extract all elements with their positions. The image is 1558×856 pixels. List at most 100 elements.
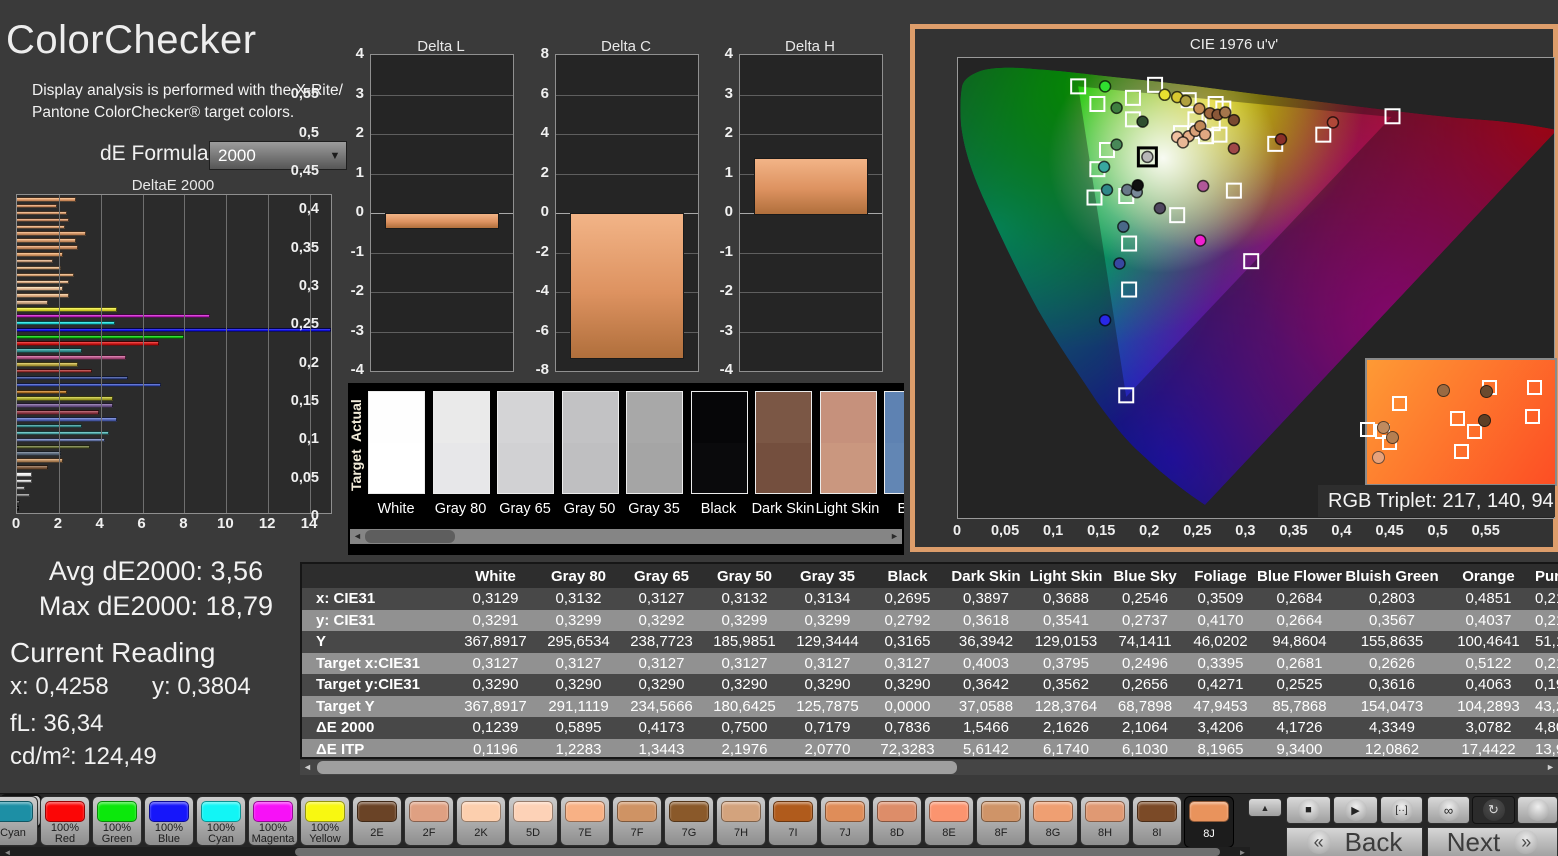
patch-label: 8D xyxy=(889,827,905,839)
arrow-up-icon: ▲ xyxy=(1260,802,1270,813)
table-cell: 0,2525 xyxy=(1276,676,1323,694)
patch-button-8i[interactable]: 8I xyxy=(1132,796,1182,846)
table-cell: 0,3290 xyxy=(804,676,851,694)
scroll-left-icon[interactable]: ◄ xyxy=(0,845,15,856)
blank-button[interactable] xyxy=(1517,796,1558,824)
patch-button-7i[interactable]: 7I xyxy=(768,796,818,846)
back-button[interactable]: « Back xyxy=(1286,827,1423,856)
measured-point-marker xyxy=(1117,220,1130,233)
patch-scrollbar[interactable]: ◄ ► xyxy=(0,847,1250,856)
table-cell: 0,3541 xyxy=(1043,611,1089,629)
table-cell: 295,6534 xyxy=(547,633,610,651)
row-label: Target y:CIE31 xyxy=(316,676,420,694)
swatch-label: Blue xyxy=(897,501,904,517)
refresh-button[interactable]: ↻ xyxy=(1472,796,1515,824)
table-cell: 0,3127 xyxy=(638,590,685,608)
patch-button-5d[interactable]: 5D xyxy=(508,796,558,846)
patch-button-100-green[interactable]: 100% Green xyxy=(92,796,142,846)
actual-target-swatch-panel: Actual Target White Gray 80 Gray 65 Gray 50 Gr… xyxy=(348,383,904,555)
delta-y-tick: 0 xyxy=(355,203,364,220)
table-cell: 51,1 xyxy=(1535,633,1558,651)
patch-label: 7F xyxy=(630,827,644,839)
table-cell: 0,3127 xyxy=(555,654,602,672)
patch-button-7f[interactable]: 7F xyxy=(612,796,662,846)
table-cell: 1,3443 xyxy=(638,740,685,758)
patch-button-100-yellow[interactable]: 100% Yellow xyxy=(300,796,350,846)
delta-y-tick: -3 xyxy=(719,321,733,339)
table-cell: 0,3132 xyxy=(721,590,768,608)
delta-y-tick: -6 xyxy=(535,321,549,339)
table-scrollbar[interactable]: ◄ ► xyxy=(300,760,1558,775)
measured-point-marker xyxy=(1196,179,1210,193)
scroll-right-icon[interactable]: ► xyxy=(1543,760,1558,775)
patch-button-2e[interactable]: 2E xyxy=(352,796,402,846)
patch-button-7g[interactable]: 7G xyxy=(664,796,714,846)
de-formula-dropdown[interactable]: 2000 ▼ xyxy=(209,141,347,170)
patch-button-8f[interactable]: 8F xyxy=(976,796,1026,846)
patch-button-8j[interactable]: 8J xyxy=(1184,796,1234,848)
patch-button-7j[interactable]: 7J xyxy=(820,796,870,846)
row-label: ΔE ITP xyxy=(316,740,365,758)
patch-button-cyan[interactable]: Cyan xyxy=(0,796,38,846)
delta-chart-title: Delta L xyxy=(417,38,465,55)
cie-y-tick: 0,35 xyxy=(290,239,319,256)
patch-button-7e[interactable]: 7E xyxy=(560,796,610,846)
delta-gridline xyxy=(371,331,513,333)
table-cell: 12,0862 xyxy=(1364,740,1420,758)
patch-scroll-thumb[interactable] xyxy=(295,848,1220,856)
deltae-x-tick: 0 xyxy=(11,515,21,532)
patch-color-chip xyxy=(1033,801,1073,822)
table-cell: 0,3127 xyxy=(884,654,931,672)
play-icon: ▶ xyxy=(1351,804,1360,817)
table-cell: 0,3618 xyxy=(963,611,1009,629)
patch-label: 2E xyxy=(370,827,384,839)
loop-button[interactable]: ∞ xyxy=(1427,796,1470,824)
swatch-scrollbar[interactable]: ◄ ► xyxy=(350,529,902,544)
patch-label: 100% Red xyxy=(50,821,80,845)
deltae-x-tick: 4 xyxy=(95,515,104,532)
measured-point-marker xyxy=(1098,80,1112,93)
step-range-button[interactable]: [··] xyxy=(1380,796,1423,824)
inset-target-square xyxy=(1359,422,1375,438)
table-cell: 8,1965 xyxy=(1197,740,1244,758)
play-button[interactable]: ▶ xyxy=(1333,796,1378,824)
deltae-bar xyxy=(17,272,74,278)
table-scroll-thumb[interactable] xyxy=(317,761,957,774)
patch-button-2f[interactable]: 2F xyxy=(404,796,454,846)
scroll-right-icon[interactable]: ► xyxy=(887,529,902,544)
measured-point-marker xyxy=(1179,94,1193,108)
next-button[interactable]: Next » xyxy=(1427,827,1558,856)
delta-y-tick: 3 xyxy=(355,84,364,102)
patch-button-100-red[interactable]: 100% Red xyxy=(40,796,90,846)
stop-button[interactable]: ■ xyxy=(1286,796,1331,824)
scroll-left-icon[interactable]: ◄ xyxy=(350,529,365,544)
delta-gridline xyxy=(740,252,882,254)
inset-measured-point xyxy=(1386,430,1400,444)
swatch-target xyxy=(369,442,424,493)
swatch-label: Gray 35 xyxy=(628,501,680,517)
table-cell: 0,3134 xyxy=(804,590,851,608)
inset-target-square xyxy=(1524,408,1540,424)
measured-point-marker xyxy=(1098,313,1112,327)
scroll-left-icon[interactable]: ◄ xyxy=(300,760,315,775)
patch-button-100-cyan[interactable]: 100% Cyan xyxy=(196,796,246,846)
patch-button-8d[interactable]: 8D xyxy=(872,796,922,846)
patch-button-8h[interactable]: 8H xyxy=(1080,796,1130,846)
swatch-scroll-thumb[interactable] xyxy=(365,530,455,543)
table-cell: 2,0770 xyxy=(804,740,851,758)
patch-button-100-blue[interactable]: 100% Blue xyxy=(144,796,194,846)
deltae-gridline xyxy=(100,195,102,513)
table-cell: 0,3127 xyxy=(804,654,851,672)
measured-point-marker xyxy=(1274,133,1288,146)
patch-button-8g[interactable]: 8G xyxy=(1028,796,1078,846)
deltae-x-tick: 6 xyxy=(137,515,146,532)
measured-point-marker xyxy=(1176,136,1190,149)
scroll-right-icon[interactable]: ► xyxy=(1235,845,1250,856)
patch-button-2k[interactable]: 2K xyxy=(456,796,506,846)
patch-button-8e[interactable]: 8E xyxy=(924,796,974,846)
deltae-bar xyxy=(17,327,331,333)
patch-button-100-magenta[interactable]: 100% Magenta xyxy=(248,796,298,846)
cie-diagram-panel: CIE 1976 u'v' 0 0 0,05 0,05 0,1 0,1 0,15… xyxy=(291,24,1558,552)
patch-button-7h[interactable]: 7H xyxy=(716,796,766,846)
scroll-up-button[interactable]: ▲ xyxy=(1248,798,1282,817)
